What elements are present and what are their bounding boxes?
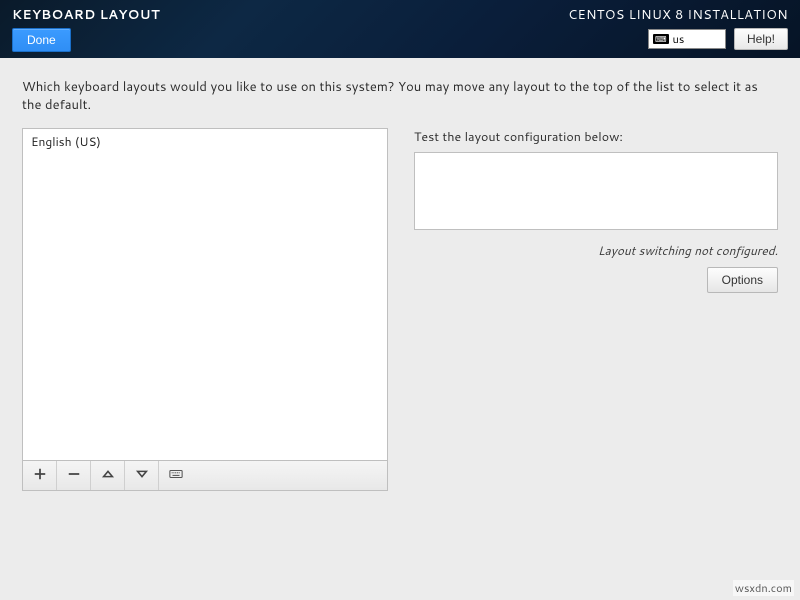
keyboard-glyph-icon: ⌨ — [653, 34, 669, 44]
columns: English (US) — [22, 128, 778, 491]
remove-layout-button[interactable] — [57, 461, 91, 490]
options-button[interactable]: Options — [707, 267, 778, 293]
keyboard-lang-code: us — [673, 31, 685, 47]
layout-list[interactable]: English (US) — [22, 128, 388, 461]
keyboard-icon — [169, 467, 183, 484]
switch-status-text: Layout switching not configured. — [414, 242, 778, 259]
left-column: English (US) — [22, 128, 388, 491]
minus-icon — [67, 467, 81, 484]
options-row: Options — [414, 267, 778, 293]
header-controls: ⌨ us Help! — [648, 28, 788, 50]
watermark: wsxdn.com — [733, 580, 794, 596]
install-title: CENTOS LINUX 8 INSTALLATION — [568, 6, 788, 24]
preview-keyboard-button[interactable] — [159, 461, 193, 490]
page-title: KEYBOARD LAYOUT — [12, 6, 160, 24]
keyboard-indicator[interactable]: ⌨ us — [648, 29, 726, 49]
layout-toolbar — [22, 461, 388, 491]
add-layout-button[interactable] — [23, 461, 57, 490]
test-label: Test the layout configuration below: — [414, 128, 778, 146]
plus-icon — [33, 467, 47, 484]
chevron-up-icon — [101, 467, 115, 484]
help-button[interactable]: Help! — [734, 28, 788, 50]
header-left: KEYBOARD LAYOUT Done — [12, 6, 160, 58]
move-down-button[interactable] — [125, 461, 159, 490]
list-item[interactable]: English (US) — [23, 129, 387, 154]
instruction-text: Which keyboard layouts would you like to… — [22, 78, 778, 114]
move-up-button[interactable] — [91, 461, 125, 490]
test-layout-input[interactable] — [414, 152, 778, 230]
header-bar: KEYBOARD LAYOUT Done CENTOS LINUX 8 INST… — [0, 0, 800, 58]
done-button[interactable]: Done — [12, 28, 71, 52]
header-right: CENTOS LINUX 8 INSTALLATION ⌨ us Help! — [568, 6, 788, 58]
right-column: Test the layout configuration below: Lay… — [414, 128, 778, 293]
chevron-down-icon — [135, 467, 149, 484]
content-area: Which keyboard layouts would you like to… — [0, 58, 800, 511]
